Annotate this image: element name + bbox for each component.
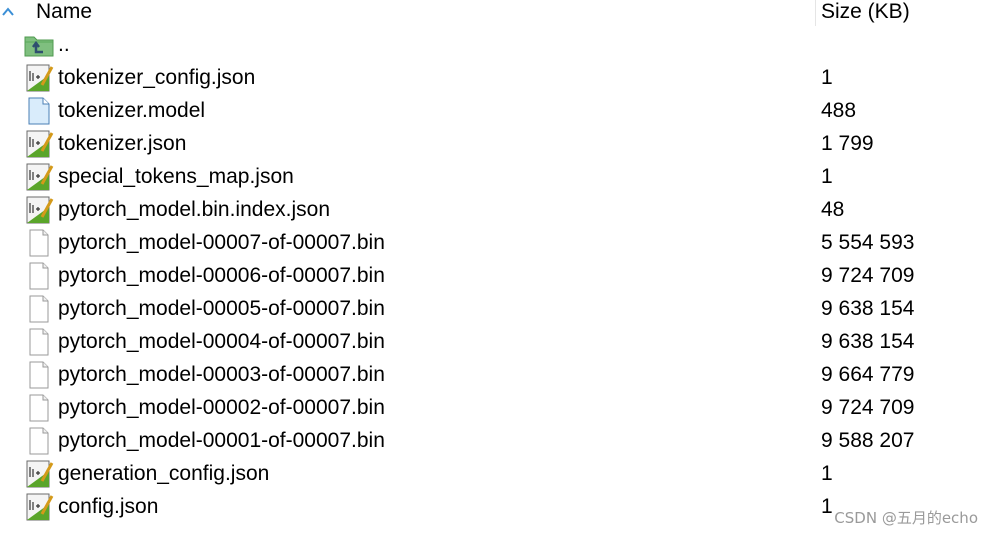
file-size: 1	[821, 66, 833, 89]
name-column-header[interactable]: Name	[36, 0, 92, 26]
file-row[interactable]: special_tokens_map.json 1	[0, 160, 992, 193]
file-name: config.json	[58, 495, 159, 518]
bin-file-icon	[29, 229, 49, 257]
file-name: tokenizer.model	[58, 99, 206, 122]
file-size: 488	[821, 99, 857, 122]
parent-folder-icon	[24, 36, 54, 57]
file-size: 1 799	[821, 132, 874, 155]
file-size: 9 724 709	[821, 264, 915, 287]
file-name: pytorch_model-00007-of-00007.bin	[58, 231, 385, 254]
file-row[interactable]: generation_config.json 1	[0, 457, 992, 490]
file-size: 9 724 709	[821, 396, 915, 419]
file-name: pytorch_model-00003-of-00007.bin	[58, 363, 385, 386]
file-row[interactable]: pytorch_model-00002-of-00007.bin 9 724 7…	[0, 391, 992, 424]
json-file-icon	[26, 163, 54, 191]
file-row[interactable]: pytorch_model-00006-of-00007.bin 9 724 7…	[0, 259, 992, 292]
file-row[interactable]: tokenizer_config.json 1	[0, 61, 992, 94]
file-name: special_tokens_map.json	[58, 165, 294, 188]
sort-ascending-icon[interactable]	[2, 7, 14, 17]
file-name: tokenizer.json	[58, 132, 187, 155]
file-row[interactable]: pytorch_model-00004-of-00007.bin 9 638 1…	[0, 325, 992, 358]
bin-file-icon	[29, 427, 49, 455]
model-file-icon	[28, 97, 50, 125]
file-row[interactable]: pytorch_model-00007-of-00007.bin 5 554 5…	[0, 226, 992, 259]
json-file-icon	[26, 196, 54, 224]
column-header: Name Size (KB)	[0, 0, 992, 26]
file-size: 48	[821, 198, 845, 221]
bin-file-icon	[29, 328, 49, 356]
file-name: pytorch_model-00002-of-00007.bin	[58, 396, 385, 419]
file-row[interactable]: pytorch_model.bin.index.json 48	[0, 193, 992, 226]
json-file-icon	[26, 460, 54, 488]
watermark: CSDN @五月的echo	[834, 509, 978, 527]
file-row[interactable]: pytorch_model-00001-of-00007.bin 9 588 2…	[0, 424, 992, 457]
file-size: 5 554 593	[821, 231, 915, 254]
bin-file-icon	[29, 295, 49, 323]
file-row[interactable]: ..	[0, 28, 992, 61]
file-size: 9 664 779	[821, 363, 915, 386]
file-size: 1	[821, 495, 833, 518]
file-size: 9 638 154	[821, 297, 915, 320]
bin-file-icon	[29, 361, 49, 389]
file-row[interactable]: pytorch_model-00003-of-00007.bin 9 664 7…	[0, 358, 992, 391]
bin-file-icon	[29, 262, 49, 290]
file-size: 9 588 207	[821, 429, 915, 452]
file-name: pytorch_model-00005-of-00007.bin	[58, 297, 385, 320]
file-row[interactable]: tokenizer.json 1 799	[0, 127, 992, 160]
file-name: tokenizer_config.json	[58, 66, 256, 89]
size-column-header[interactable]: Size (KB)	[821, 0, 910, 26]
bin-file-icon	[29, 394, 49, 422]
file-row[interactable]: tokenizer.model 488	[0, 94, 992, 127]
file-name: pytorch_model-00006-of-00007.bin	[58, 264, 385, 287]
json-file-icon	[26, 64, 54, 92]
file-name: generation_config.json	[58, 462, 270, 485]
file-row[interactable]: pytorch_model-00005-of-00007.bin 9 638 1…	[0, 292, 992, 325]
file-name: ..	[58, 33, 70, 56]
json-file-icon	[26, 130, 54, 158]
file-name: pytorch_model.bin.index.json	[58, 198, 330, 221]
file-name: pytorch_model-00001-of-00007.bin	[58, 429, 385, 452]
file-size: 9 638 154	[821, 330, 915, 353]
file-size: 1	[821, 462, 833, 485]
file-size: 1	[821, 165, 833, 188]
json-file-icon	[26, 493, 54, 521]
file-name: pytorch_model-00004-of-00007.bin	[58, 330, 385, 353]
column-divider[interactable]	[815, 0, 816, 26]
